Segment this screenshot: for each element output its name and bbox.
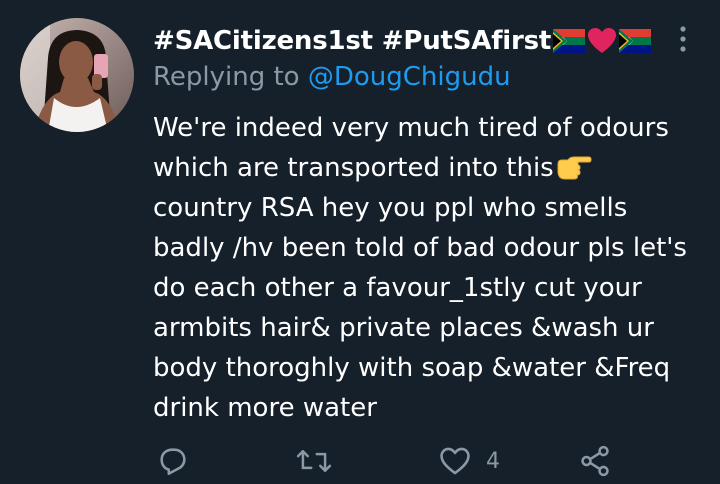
tweet-text-line: country RSA hey you ppl who smells (153, 193, 628, 223)
retweet-button[interactable] (296, 444, 332, 478)
reply-handle-link[interactable]: @DougChigudu (308, 62, 511, 92)
south-africa-flag-icon (553, 29, 586, 53)
red-heart-icon (588, 28, 617, 53)
avatar-photo (20, 18, 134, 132)
tweet-header: #SACitizens1st #PutSAfirst (153, 20, 673, 62)
tweet-text: We're indeed very much tired of odours w… (153, 108, 703, 428)
more-options-icon[interactable] (676, 24, 690, 56)
like-count: 4 (486, 448, 500, 474)
reply-button[interactable] (156, 444, 190, 478)
share-icon (581, 445, 609, 477)
tweet-text-line: badly /hv been told of bad odour pls let… (153, 233, 687, 263)
share-button[interactable] (578, 444, 612, 478)
replying-to: Replying to @DougChigudu (153, 62, 511, 92)
tweet-text-line: which are transported into this (153, 148, 703, 188)
tweet-text-fragment: which are transported into this (153, 153, 554, 183)
tweet-text-line: drink more water (153, 393, 377, 423)
tweet-text-line: armbits hair& private places &wash ur (153, 313, 654, 343)
avatar[interactable] (20, 18, 134, 132)
tweet-text-line: do each other a favour_1stly cut your (153, 273, 642, 303)
south-africa-flag-icon (619, 29, 652, 53)
display-name[interactable]: #SACitizens1st #PutSAfirst (153, 26, 551, 56)
tweet-text-line: We're indeed very much tired of odours (153, 113, 669, 143)
replying-to-label: Replying to (153, 62, 300, 92)
retweet-icon (296, 450, 332, 472)
heart-outline-icon (440, 447, 470, 475)
pointing-right-icon (557, 156, 592, 180)
tweet-actions: 4 (0, 440, 720, 484)
tweet: #SACitizens1st #PutSAfirst Replying to @… (0, 0, 720, 484)
tweet-text-line: body thoroghly with soap &water &Freq (153, 353, 671, 383)
reply-icon (160, 448, 186, 476)
like-button[interactable]: 4 (438, 444, 500, 478)
